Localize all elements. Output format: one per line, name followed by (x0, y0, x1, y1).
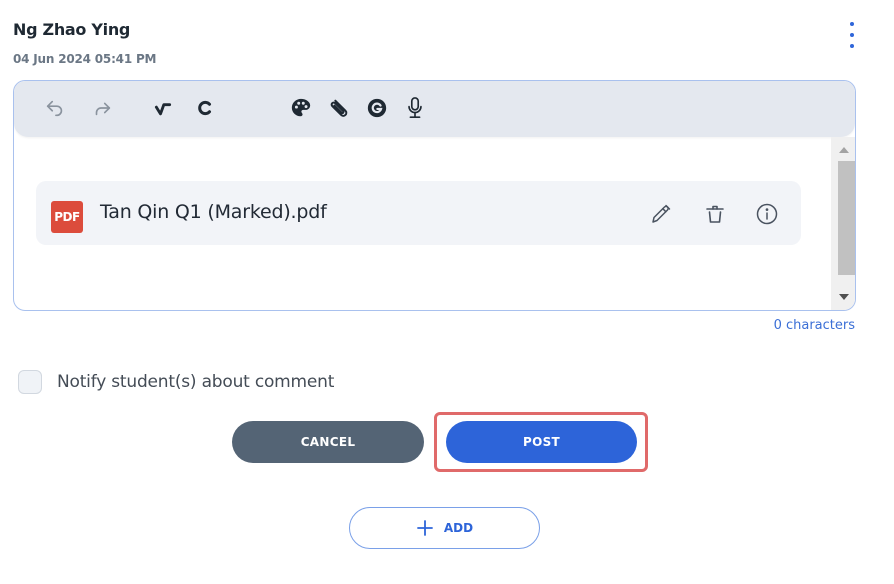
attachment-item: PDF Tan Qin Q1 (Marked).pdf (36, 181, 801, 245)
plus-icon (416, 520, 433, 536)
character-count: 0 characters (773, 318, 855, 333)
scrollbar-thumb[interactable] (838, 161, 855, 275)
scroll-down-arrow[interactable] (839, 294, 849, 300)
undo-button[interactable] (40, 93, 70, 123)
palette-icon (291, 98, 311, 117)
edit-pencil-icon (652, 204, 671, 223)
undo-icon (46, 100, 63, 117)
notify-students-option[interactable]: Notify student(s) about comment (18, 370, 334, 394)
palette-button[interactable] (286, 93, 316, 123)
cancel-button[interactable]: CANCEL (232, 421, 424, 463)
more-options-button[interactable] (846, 22, 858, 48)
c-mark-button[interactable] (190, 93, 220, 123)
attach-button[interactable] (324, 93, 354, 123)
tick-mark-icon (154, 103, 172, 116)
redo-button[interactable] (87, 93, 117, 123)
c-letter-icon (198, 100, 211, 116)
editor-scrollbar[interactable] (831, 137, 855, 310)
info-icon (756, 203, 778, 225)
add-label: ADD (443, 521, 474, 535)
redo-icon (95, 102, 111, 116)
delete-attachment-button[interactable] (702, 201, 728, 227)
grammarly-button[interactable] (362, 93, 392, 123)
editor-toolbar (14, 81, 855, 137)
notify-label: Notify student(s) about comment (57, 372, 335, 392)
add-button[interactable]: ADD (349, 507, 540, 549)
pdf-file-icon: PDF (51, 201, 83, 233)
comment-editor[interactable]: PDF Tan Qin Q1 (Marked).pdf (13, 80, 856, 311)
comment-timestamp: 04 Jun 2024 05:41 PM (13, 52, 157, 66)
notify-checkbox[interactable] (18, 370, 42, 394)
g-logo-icon (367, 98, 387, 118)
tick-mark-button[interactable] (148, 93, 178, 123)
paperclip-icon (330, 99, 348, 117)
attachment-info-button[interactable] (754, 201, 780, 227)
edit-attachment-button[interactable] (648, 201, 674, 227)
kebab-dot (850, 22, 854, 26)
comment-author: Ng Zhao Ying (13, 20, 131, 39)
trash-icon (706, 205, 724, 223)
kebab-dot (850, 33, 854, 37)
kebab-dot (850, 44, 854, 48)
microphone-icon (408, 97, 422, 118)
microphone-button[interactable] (400, 93, 430, 123)
attachment-file-name[interactable]: Tan Qin Q1 (Marked).pdf (100, 201, 327, 223)
scroll-up-arrow[interactable] (839, 147, 849, 153)
post-button[interactable]: POST (446, 421, 637, 463)
